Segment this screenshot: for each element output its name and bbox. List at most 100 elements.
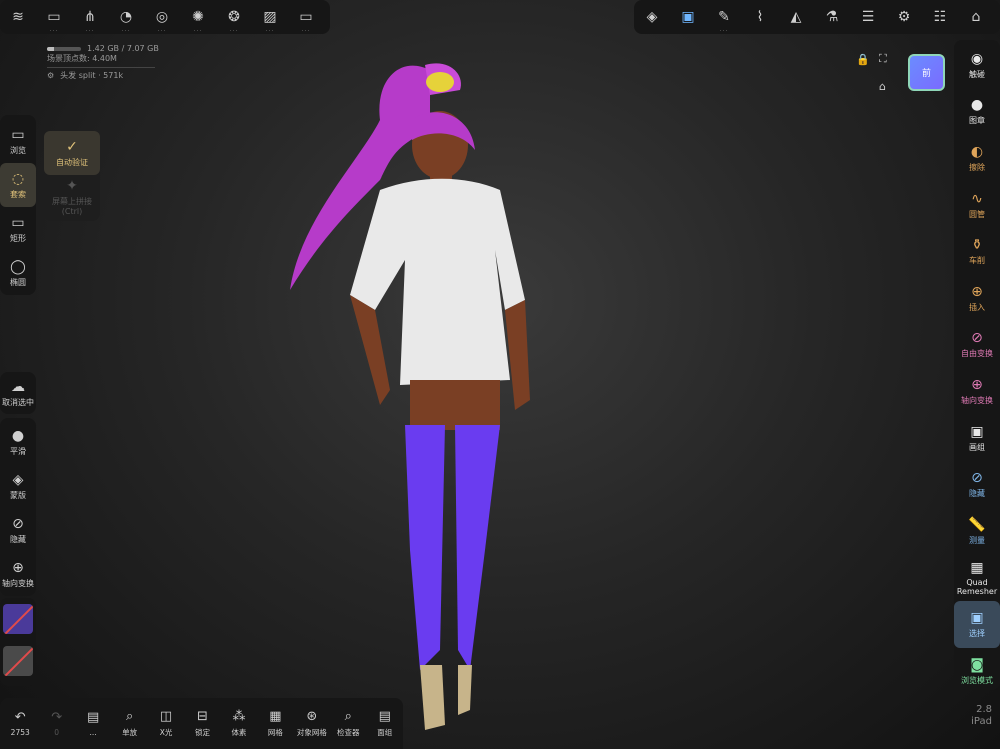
fullscreen-icon[interactable]: ⛶ [879,52,887,66]
right_tools-7-button[interactable]: ⊕ 轴向变换 [954,368,1000,415]
scene-button[interactable]: ⋔ [72,0,108,34]
bottom-9-icon: ⌕ [344,709,352,724]
left_tools2-1-button[interactable]: ◈ 蒙版 [0,464,36,508]
right_tools-8-button[interactable]: ▣ 画组 [954,415,1000,462]
lighting-button[interactable]: ✺ [180,0,216,34]
color-swatch-1[interactable] [3,646,33,676]
sub_panel-0-icon: ✓ [66,138,78,155]
bottom-2-icon: ▤ [86,710,100,725]
eraser-tool-button[interactable]: ◈ [634,0,670,34]
right_tools-6-button[interactable]: ⊘ 自由变换 [954,322,1000,369]
topology-button[interactable]: ◎ [144,0,180,34]
right_tools-10-icon: 📏 [968,516,986,533]
video-button[interactable]: ▭ [288,0,324,34]
right_tools-13-icon: ◙ [970,656,984,673]
bottom-10-button[interactable]: ▤ 面组 [367,709,403,738]
view-cube-label: 前 [921,69,931,79]
history-icon: ◔ [119,9,133,25]
paint-tool-button[interactable]: ⌇ [742,0,778,34]
bottom-9-button[interactable]: ⌕ 检查器 [330,709,366,738]
left_tools2-3-label: 轴向变换 [2,578,34,588]
left_tools2-2-icon: ⊘ [12,515,24,532]
right_tools-1-label: 图章 [969,116,985,126]
material-button[interactable]: ❂ [216,0,252,34]
right_tools-13-button[interactable]: ◙ 浏览模式 [954,648,1000,695]
store-tool-button[interactable]: ⌂ [958,0,994,34]
home-icon[interactable]: ⌂ [879,80,886,93]
color-swatch-0[interactable] [3,604,33,634]
right_tools-1-button[interactable]: ● 图章 [954,89,1000,136]
right_tools-2-button[interactable]: ◐ 擦除 [954,135,1000,182]
bottom-3-button[interactable]: ⌕ 单放 [111,709,147,738]
left_tools2-1-label: 蒙版 [10,490,26,500]
left_tools2-0-button[interactable]: ● 平滑 [0,420,36,464]
bottom-5-button[interactable]: ⊟ 锁定 [184,709,220,738]
material-icon: ❂ [228,9,240,25]
right_tools-0-icon: ◉ [970,50,984,67]
right_tools-4-icon: ⚱ [971,237,983,254]
view-cube[interactable]: 前 [908,54,945,91]
version-number: 2.8 [976,704,992,715]
layers-tool-button[interactable]: ☰ [850,0,886,34]
left_tools-3-button[interactable]: ◯ 椭圆 [0,251,36,295]
right_tools-12-icon: ▣ [970,609,984,626]
background-button[interactable]: ▨ [252,0,288,34]
right_tools-10-button[interactable]: 📏 测量 [954,508,1000,555]
right_tools-2-icon: ◐ [970,143,984,160]
right_tools-0-button[interactable]: ◉ 触碰 [954,42,1000,89]
select-tool-button[interactable]: ▣ [670,0,706,34]
right_tools-9-button[interactable]: ⊘ 隐藏 [954,461,1000,508]
right_tools-12-button[interactable]: ▣ 选择 [954,601,1000,648]
right-tools-panel: ◉ 触碰 ● 图章 ◐ 擦除 ∿ 圆管 ⚱ 车削 ⊕ 插入 ⊘ 自由变换 ⊕ 轴向变换 ▣ 画组 ⊘ 隐藏 📏 测量 ▦ Qu… [954,40,1000,690]
scene-icon: ⋔ [84,9,96,25]
settings-tool-button[interactable]: ⚙ [886,0,922,34]
right_tools-5-button[interactable]: ⊕ 插入 [954,275,1000,322]
left_tools-2-button[interactable]: ▭ 矩形 [0,207,36,251]
bottom-2-button[interactable]: ▤... [75,710,111,737]
bottom-7-icon: ▦ [269,709,282,724]
left_tools-0-button[interactable]: ▭ 浏览 [0,119,36,163]
right_tools-5-label: 插入 [969,302,985,312]
history-button[interactable]: ◔ [108,0,144,34]
left_tools2-0-icon: ● [11,427,25,444]
bottom-1-label: 0 [54,728,60,737]
version-info: 2.8 iPad [971,704,992,728]
sub_panel-0-button[interactable]: ✓ 自动验证 [44,131,100,175]
bottom-7-button[interactable]: ▦ 网格 [257,709,293,738]
app-menu-button[interactable]: ≋ [0,0,36,34]
left_tools2-3-button[interactable]: ⊕ 轴向变换 [0,552,36,596]
deselect-panel: ☁ 取消选中 [0,372,36,414]
files-button[interactable]: ▭ [36,0,72,34]
sub_panel-1-button[interactable]: ✦ 屏幕上拼接 (Ctrl) [44,175,100,219]
left_tools-1-button[interactable]: ◌ 套索 [0,163,36,207]
symmetry-tool-button[interactable]: ◭ [778,0,814,34]
bottom-4-button[interactable]: ◫ X光 [148,709,184,738]
right_tools-12-label: 选择 [969,628,985,638]
right_tools-3-button[interactable]: ∿ 圆管 [954,182,1000,229]
bottom-0-button[interactable]: ↶ 2753 [2,710,38,737]
version-platform: iPad [971,716,992,727]
bottom-0-label: 2753 [10,728,30,737]
app-menu-icon: ≋ [12,9,24,25]
right_tools-9-icon: ⊘ [971,470,983,487]
bottom-8-button[interactable]: ⊛ 对象网格 [294,709,330,738]
bottom-6-icon: ⁂ [232,709,246,724]
left_tools2-2-button[interactable]: ⊘ 隐藏 [0,508,36,552]
right_tools-4-button[interactable]: ⚱ 车削 [954,228,1000,275]
bottom-toolbar: ↶ 2753 ↷ 0 ▤... ⌕ 单放 ◫ X光 ⊟ 锁定 ⁂ 体素 ▦ 网格 ⊛ 对象网格 ⌕ 检查器 ▤ 面组 [0,698,403,749]
bottom-3-icon: ⌕ [125,709,134,724]
lighting-icon: ✺ [192,9,204,25]
vertex-count: 场景顶点数: 4.40M [47,54,117,63]
left_tools-3-label: 椭圆 [10,277,26,287]
right_tools-4-label: 车削 [969,256,985,266]
deselect-button[interactable]: ☁ 取消选中 [0,372,36,414]
background-icon: ▨ [263,9,277,25]
right_tools-11-button[interactable]: ▦ Quad Remesher [954,555,1000,602]
bottom-6-button[interactable]: ⁂ 体素 [221,709,257,738]
brush-tool-button[interactable]: ✎ [706,0,742,34]
bottom-1-button[interactable]: ↷ 0 [38,710,74,737]
right_tools-13-label: 浏览模式 [961,675,993,685]
sliders-tool-button[interactable]: ☷ [922,0,958,34]
flask-tool-button[interactable]: ⚗ [814,0,850,34]
lock-icon[interactable]: 🔒 [856,53,870,66]
